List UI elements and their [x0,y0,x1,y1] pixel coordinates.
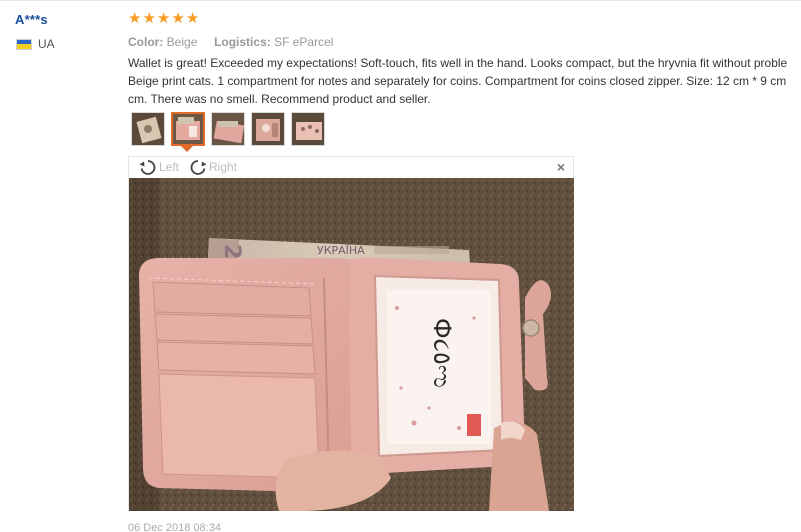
star-rating: ★ ★ ★ ★ ★ [128,11,199,26]
photo-thumbnail[interactable] [211,112,245,146]
order-attributes: Color: Beige Logistics: SF eParcel [128,35,333,49]
star-icon: ★ [142,10,156,27]
reviewer-name: A***s [15,12,48,27]
review-item: A***s UA ★ ★ ★ ★ ★ Color: Beige Logistic… [0,0,801,532]
rotate-right-icon [190,160,207,175]
rotate-left-icon [139,160,156,175]
viewer-toolbar: Left Right × [129,157,573,177]
color-value: Beige [166,35,198,49]
review-photo: 200 УКРАЇНА [129,178,574,511]
review-text-line: Wallet is great! Exceeded my expectation… [128,56,788,70]
active-thumbnail-pointer [181,146,193,152]
reviewer-country: UA [16,37,55,51]
rotate-right-label: Right [209,160,238,174]
close-viewer-button[interactable]: × [557,160,565,174]
photo-viewer: Left Right × УКРАЇНА Ф૮٥ಌ [128,156,574,511]
rotate-right-button[interactable]: Right [188,158,237,176]
star-icon: ★ [171,10,185,27]
ukraine-flag-icon [16,38,32,50]
country-code: UA [38,37,55,51]
review-date: 06 Dec 2018 08:34 [128,522,221,532]
logistics-label: Logistics: [214,35,271,49]
card-logo-text: Ф૮٥ಌ [428,318,456,388]
review-text: Wallet is great! Exceeded my expectation… [128,54,801,108]
review-text-line: Beige print cats. 1 compartment for note… [128,74,787,88]
star-icon: ★ [128,10,142,27]
rotate-left-button[interactable]: Left [138,158,179,176]
star-icon: ★ [156,10,171,27]
star-icon: ★ [185,10,200,27]
divider [0,0,801,1]
logistics-value: SF eParcel [274,35,334,49]
photo-thumbnail[interactable] [291,112,325,146]
photo-thumbnail[interactable] [131,112,165,146]
color-label: Color: [128,35,164,49]
photo-thumbnail-active[interactable] [171,112,205,146]
photo-thumbnail[interactable] [251,112,285,146]
photo-thumbnails [131,112,325,146]
banknote-country: УКРАЇНА [317,244,365,257]
rotate-left-label: Left [159,160,180,174]
review-text-line: cm. There was no smell. Recommend produc… [128,92,431,106]
